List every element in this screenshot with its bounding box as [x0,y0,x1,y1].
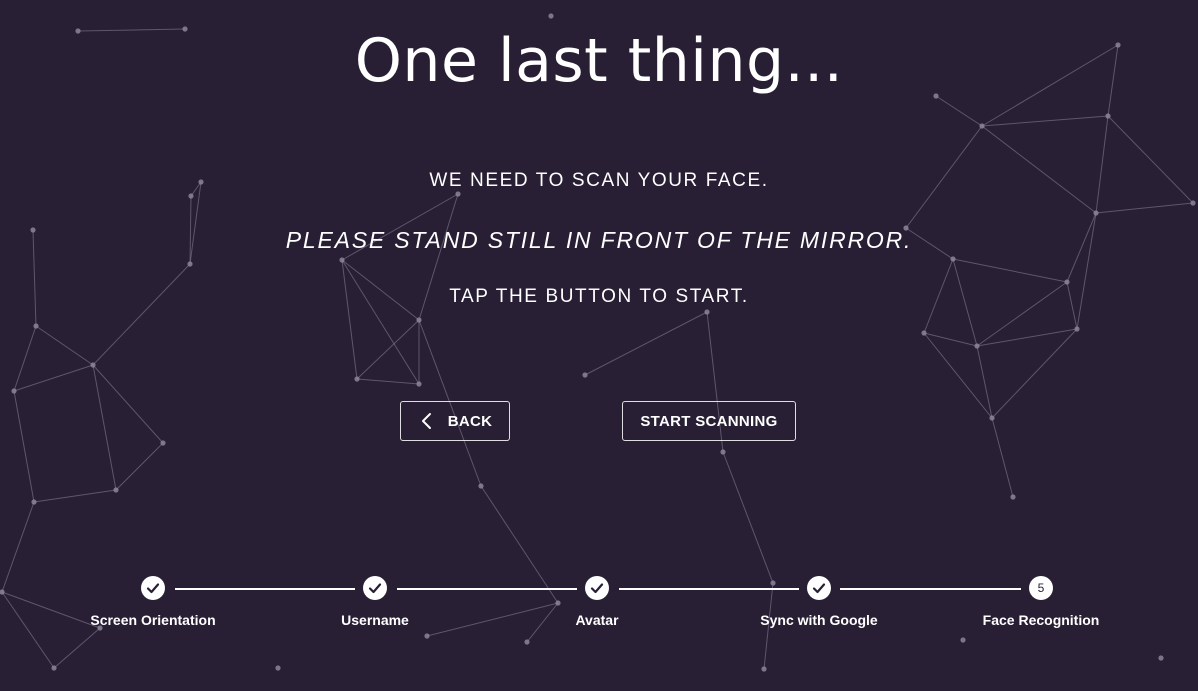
step-label: Face Recognition [982,612,1100,628]
network-node [1093,210,1099,216]
network-node [989,415,995,421]
network-node [188,193,194,199]
network-node [339,257,345,263]
network-line [991,417,1014,498]
network-line [92,364,164,444]
network-node [1064,279,1070,285]
start-scanning-button[interactable]: START SCANNING [622,401,796,441]
network-line [33,489,117,503]
network-node [354,376,360,382]
network-node [113,487,119,493]
network-node [455,191,461,197]
network-node [33,323,39,329]
network-node [1158,655,1164,661]
network-line [952,258,1068,283]
network-line [341,259,358,380]
network-node [90,362,96,368]
network-node [979,123,985,129]
step-avatar[interactable]: Avatar [507,575,687,628]
start-scanning-label: START SCANNING [640,412,778,430]
network-node [548,13,554,19]
network-line [1095,115,1109,214]
network-line [13,325,37,392]
network-node [187,261,193,267]
instruction-scan: WE NEED TO SCAN YOUR FACE. [429,170,769,191]
network-line [356,378,420,385]
step-check-icon [141,576,165,600]
instruction-tap: TAP THE BUTTON TO START. [449,286,749,307]
network-line [35,325,94,366]
back-button-label: BACK [447,412,493,430]
network-line [13,364,94,392]
network-node [416,317,422,323]
network-node [11,388,17,394]
network-line [935,95,983,127]
step-label: Screen Orientation [90,612,216,628]
network-line [976,328,1078,347]
network-line [923,332,978,347]
step-label: Avatar [575,612,619,628]
step-screen-orientation[interactable]: Screen Orientation [63,575,243,628]
step-label: Username [341,612,409,628]
page-title: One last thing... [354,26,844,96]
network-line [923,332,993,419]
progress-stepper: Screen Orientation Username Avatar Sync … [0,575,1198,645]
setup-screen: One last thing... WE NEED TO SCAN YOUR F… [0,0,1198,691]
network-node [974,343,980,349]
network-line [981,115,1109,127]
network-line [341,259,420,385]
network-node [275,665,281,671]
network-node [31,499,37,505]
network-node [704,309,710,315]
back-button[interactable]: BACK [400,401,510,441]
network-node [1074,326,1080,332]
network-line [1095,202,1194,214]
step-label: Sync with Google [760,612,878,628]
network-node [921,330,927,336]
chevron-left-icon [421,413,431,429]
network-node [51,665,57,671]
network-line [92,364,117,491]
network-node [761,666,767,672]
network-line [13,390,35,503]
network-node [950,256,956,262]
step-username[interactable]: Username [285,575,465,628]
network-line [991,328,1078,419]
network-line [356,319,420,380]
network-line [976,345,993,419]
network-line [92,263,191,366]
network-node [1010,494,1016,500]
network-line [584,311,708,376]
network-node [160,440,166,446]
network-line [115,442,164,491]
step-number: 5 [1029,576,1053,600]
step-check-icon [363,576,387,600]
step-check-icon [807,576,831,600]
network-node [478,483,484,489]
instruction-stand-still: PLEASE STAND STILL IN FRONT OF THE MIRRO… [285,227,913,253]
network-node [720,449,726,455]
network-line [722,451,774,584]
network-node [1105,113,1111,119]
step-sync-google[interactable]: Sync with Google [729,575,909,628]
step-check-icon [585,576,609,600]
network-node [416,381,422,387]
network-node [582,372,588,378]
network-node [1190,200,1196,206]
step-face-recognition[interactable]: 5 Face Recognition [951,575,1131,628]
